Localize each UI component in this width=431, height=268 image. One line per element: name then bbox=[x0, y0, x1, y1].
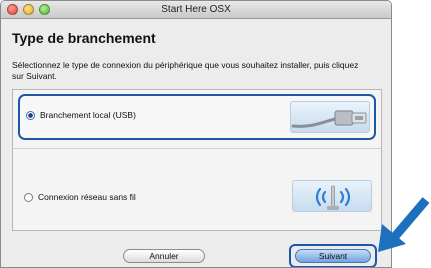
divider bbox=[13, 148, 381, 149]
title-bar: Start Here OSX bbox=[1, 1, 391, 19]
instruction-text: Sélectionnez le type de connexion du pér… bbox=[12, 60, 359, 81]
usb-option-label[interactable]: Branchement local (USB) bbox=[40, 110, 136, 120]
connection-options-panel: Branchement local (USB) Connexion réseau… bbox=[12, 89, 382, 231]
window-title: Start Here OSX bbox=[161, 4, 231, 15]
usb-radio-button[interactable] bbox=[26, 111, 35, 120]
wireless-radio-button[interactable] bbox=[24, 193, 33, 202]
wireless-option-label[interactable]: Connexion réseau sans fil bbox=[38, 192, 136, 202]
option-wireless-connection[interactable]: Connexion réseau sans fil bbox=[18, 176, 376, 222]
next-button[interactable]: Suivant bbox=[295, 249, 371, 263]
installer-window: Start Here OSX Type de branchement Sélec… bbox=[0, 0, 392, 268]
page-title: Type de branchement bbox=[12, 30, 156, 46]
option-usb-connection[interactable]: Branchement local (USB) bbox=[18, 94, 376, 140]
usb-cable-icon bbox=[290, 101, 370, 133]
wireless-signal-icon bbox=[292, 180, 372, 212]
cancel-button[interactable]: Annuler bbox=[123, 249, 205, 263]
pointer-arrow-icon bbox=[378, 197, 430, 252]
